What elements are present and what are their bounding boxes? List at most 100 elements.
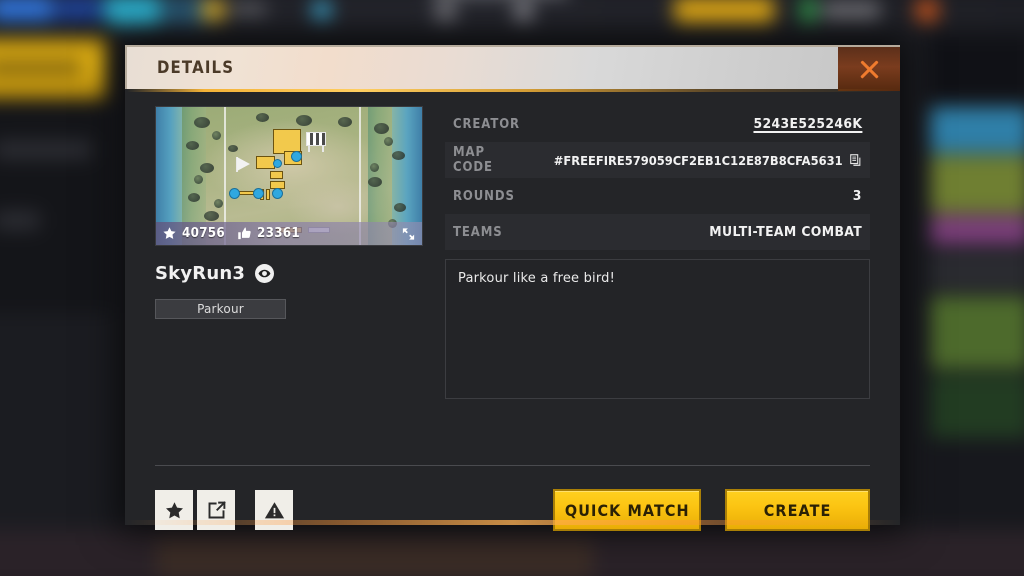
report-button[interactable]	[255, 490, 293, 530]
bg-card	[930, 38, 1024, 99]
map-palm	[194, 175, 203, 184]
info-label: CREATOR	[453, 116, 520, 132]
bg-chip	[104, 0, 161, 26]
map-node	[291, 151, 302, 162]
bg-card	[930, 215, 1024, 245]
bg-chip	[801, 0, 816, 24]
background-sidebar-item	[0, 140, 92, 160]
modal-footer: QUICK MATCH CREATE	[155, 485, 870, 535]
map-palm	[212, 131, 221, 140]
map-tree	[374, 123, 389, 134]
map-summary-column: 40756 23361 SkyRun3 Parkour	[155, 106, 423, 399]
expand-icon[interactable]	[401, 226, 416, 241]
bg-chip	[915, 0, 939, 22]
quick-match-button[interactable]: QUICK MATCH	[553, 489, 701, 531]
modal-header: DETAILS	[125, 45, 900, 92]
create-label: CREATE	[763, 500, 832, 520]
bg-card	[930, 154, 1024, 214]
map-tree	[392, 151, 405, 160]
map-node	[272, 188, 283, 199]
bg-chip	[435, 0, 456, 22]
map-tree	[256, 113, 269, 122]
map-tag[interactable]: Parkour	[155, 299, 286, 319]
create-button[interactable]: CREATE	[725, 489, 870, 531]
rounds-value: 3	[852, 188, 862, 204]
eye-icon	[258, 269, 271, 278]
map-name: SkyRun3	[155, 263, 246, 284]
map-platform	[266, 189, 270, 200]
bg-chip	[312, 0, 332, 20]
map-finish-gate-icon	[306, 132, 326, 152]
map-tree	[188, 193, 200, 202]
star-icon	[165, 501, 183, 518]
map-stats-bar: 40756 23361	[156, 222, 422, 245]
map-flag-icon	[237, 157, 250, 171]
info-table: CREATOR 5243E525246K MAP CODE #FREEFIRE5…	[445, 106, 870, 250]
preview-button[interactable]	[255, 264, 275, 283]
footer-icon-buttons	[155, 490, 293, 530]
map-thumbnail[interactable]: 40756 23361	[155, 106, 423, 246]
info-row-rounds: ROUNDS 3	[445, 178, 870, 214]
map-tree	[194, 117, 210, 128]
creator-value[interactable]: 5243E525246K	[753, 116, 862, 132]
bg-card	[930, 250, 1024, 293]
screen: DETAILS 40756 23361 SkyRun3 Parkour CREA…	[0, 0, 1024, 576]
background-sidebar-selected	[0, 38, 107, 99]
info-label: ROUNDS	[453, 188, 515, 204]
bg-card	[930, 375, 1024, 438]
bg-card	[930, 296, 1024, 370]
info-row-teams: TEAMS MULTI-TEAM COMBAT	[445, 214, 870, 250]
bg-chip	[674, 0, 775, 24]
favorites-stat: 40756	[162, 226, 229, 241]
map-info-column: CREATOR 5243E525246K MAP CODE #FREEFIRE5…	[445, 106, 870, 399]
map-code-value: #FREEFIRE579059CF2EB1C12E87B8CFA5631	[553, 152, 843, 168]
likes-stat: 23361	[237, 226, 304, 241]
map-node	[253, 188, 264, 199]
modal-body: 40756 23361 SkyRun3 Parkour CREATOR 5243…	[125, 89, 900, 399]
map-code-value-group: #FREEFIRE579059CF2EB1C12E87B8CFA5631	[554, 153, 862, 168]
map-platform	[270, 171, 283, 179]
bg-chip	[514, 0, 533, 22]
map-title-row: SkyRun3	[155, 263, 423, 284]
star-icon	[163, 227, 176, 239]
map-tree	[204, 211, 219, 221]
info-label: MAP CODE	[453, 145, 493, 175]
bg-chip	[156, 537, 594, 576]
quick-match-label: QUICK MATCH	[564, 500, 690, 520]
map-palm	[370, 163, 379, 172]
close-icon	[857, 57, 881, 81]
background-sidebar-item	[0, 211, 40, 230]
map-node	[229, 188, 240, 199]
details-modal: DETAILS 40756 23361 SkyRun3 Parkour CREA…	[125, 45, 900, 531]
share-icon	[208, 500, 226, 518]
share-button[interactable]	[197, 490, 235, 530]
bg-card	[930, 107, 1024, 153]
copy-icon[interactable]	[849, 153, 862, 167]
map-tree	[200, 163, 214, 173]
like-count: 23361	[256, 226, 300, 241]
star-count: 40756	[182, 226, 225, 241]
bg-chip	[231, 3, 267, 16]
info-row-creator: CREATOR 5243E525246K	[445, 106, 870, 142]
bg-chip	[821, 0, 881, 20]
map-tree	[338, 117, 352, 127]
map-tree	[228, 145, 238, 152]
close-button[interactable]	[838, 47, 900, 91]
map-palm	[384, 137, 393, 146]
map-tree	[394, 203, 406, 212]
description-box: Parkour like a free bird!	[445, 259, 870, 399]
map-node	[273, 159, 282, 168]
page-title: DETAILS	[157, 58, 235, 78]
info-label: TEAMS	[453, 224, 503, 240]
bg-chip	[202, 0, 225, 22]
favorite-button[interactable]	[155, 490, 193, 530]
warning-triangle-icon	[264, 501, 284, 518]
description-text: Parkour like a free bird!	[458, 271, 616, 286]
info-row-map-code: MAP CODE #FREEFIRE579059CF2EB1C12E87B8CF…	[445, 142, 870, 178]
map-palm	[214, 199, 223, 208]
footer-divider	[155, 465, 870, 466]
map-tree	[368, 177, 382, 187]
map-tree	[296, 115, 312, 126]
teams-value: MULTI-TEAM COMBAT	[709, 224, 862, 240]
footer-action-buttons: QUICK MATCH CREATE	[553, 489, 870, 531]
